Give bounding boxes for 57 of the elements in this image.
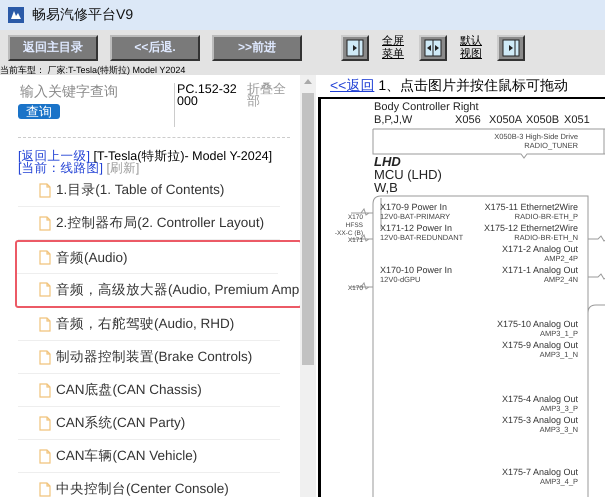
connector-label: X056	[455, 114, 481, 126]
toolbar-button[interactable]: >>前进	[212, 34, 302, 60]
tree-item[interactable]: CAN车辆(CAN Vehicle)	[18, 440, 280, 473]
tree-item[interactable]: 音频，右舵驾驶(Audio, RHD)	[18, 308, 280, 341]
module-name: MCU (LHD)	[374, 167, 442, 182]
layout-button[interactable]	[497, 34, 525, 60]
search-button[interactable]: 查询	[18, 104, 60, 119]
tree-item[interactable]: 音频(Audio)	[17, 242, 278, 274]
wire-color-codes: B,P,J,W	[374, 114, 412, 126]
instruction-text: 1、点击图片并按住鼠标可拖动	[378, 77, 568, 95]
tree-item[interactable]: 2.控制器布局(2. Controller Layout)	[18, 207, 280, 240]
connector-label: X051	[564, 114, 590, 126]
scrollbar[interactable]	[300, 75, 316, 497]
document-icon	[39, 216, 51, 230]
window-title: 畅易汽修平台V9	[32, 6, 134, 24]
tree-item[interactable]: 中央控制台(Center Console)	[18, 473, 280, 497]
tree-item-label: 音频，右舵驾驶(Audio, RHD)	[56, 315, 234, 333]
tree-item[interactable]: 1.目录(1. Table of Contents)	[18, 174, 280, 207]
connector-label: X050A	[489, 114, 522, 126]
view-link[interactable]: 默认视图	[460, 34, 486, 60]
document-icon	[39, 250, 51, 265]
tree-item-label: 音频，高级放大器(Audio, Premium Amp	[56, 280, 300, 298]
tree-item[interactable]: CAN底盘(CAN Chassis)	[18, 374, 280, 407]
toolbar-button[interactable]: <<后退.	[110, 34, 200, 60]
document-icon	[39, 382, 51, 398]
layout-button[interactable]	[419, 34, 447, 60]
breadcrumb-path: [T-Tesla(特斯拉)- Model Y-2024]	[93, 149, 272, 163]
tree-item-label: 中央控制台(Center Console)	[56, 480, 229, 497]
part-number: PC.152-32000	[174, 83, 237, 127]
app-logo-icon	[8, 7, 24, 23]
search-field[interactable]: 输入关键字查询	[18, 83, 162, 99]
tree-item-label: 制动器控制装置(Brake Controls)	[56, 348, 252, 366]
variant-label: LHD	[374, 154, 401, 169]
view-link[interactable]: 全屏菜单	[382, 34, 408, 60]
component-title: Body Controller Right	[374, 101, 479, 113]
document-icon	[39, 316, 51, 332]
back-link[interactable]: <<返回	[330, 77, 374, 95]
tree-item[interactable]: 制动器控制装置(Brake Controls)	[18, 341, 280, 374]
connector-label: X050B	[526, 114, 560, 126]
tree-item-label: CAN底盘(CAN Chassis)	[56, 381, 202, 399]
tree-item[interactable]: 音频，高级放大器(Audio, Premium Amp	[17, 274, 300, 306]
document-icon	[39, 448, 51, 464]
tree-item-label: 音频(Audio)	[56, 248, 128, 266]
vehicle-info: 当前车型： 厂家:T-Tesla(特斯拉) Model Y2024	[0, 65, 605, 75]
tree-item-label: 1.目录(1. Table of Contents)	[56, 181, 224, 199]
tree-item-label: CAN系统(CAN Party)	[56, 414, 186, 432]
document-icon	[39, 182, 51, 198]
tree-item-label: CAN车辆(CAN Vehicle)	[56, 447, 198, 465]
tree-item-label: 2.控制器布局(2. Controller Layout)	[56, 214, 264, 232]
layout-button[interactable]	[341, 34, 369, 60]
toolbar-button[interactable]: 返回主目录	[8, 34, 98, 60]
document-icon	[39, 350, 51, 364]
document-icon	[39, 416, 51, 430]
back-link[interactable]: [返回上一级]	[18, 149, 90, 163]
wire-color-codes: W,B	[374, 180, 398, 195]
tree-item[interactable]: CAN系统(CAN Party)	[18, 407, 280, 440]
document-icon	[39, 282, 51, 297]
